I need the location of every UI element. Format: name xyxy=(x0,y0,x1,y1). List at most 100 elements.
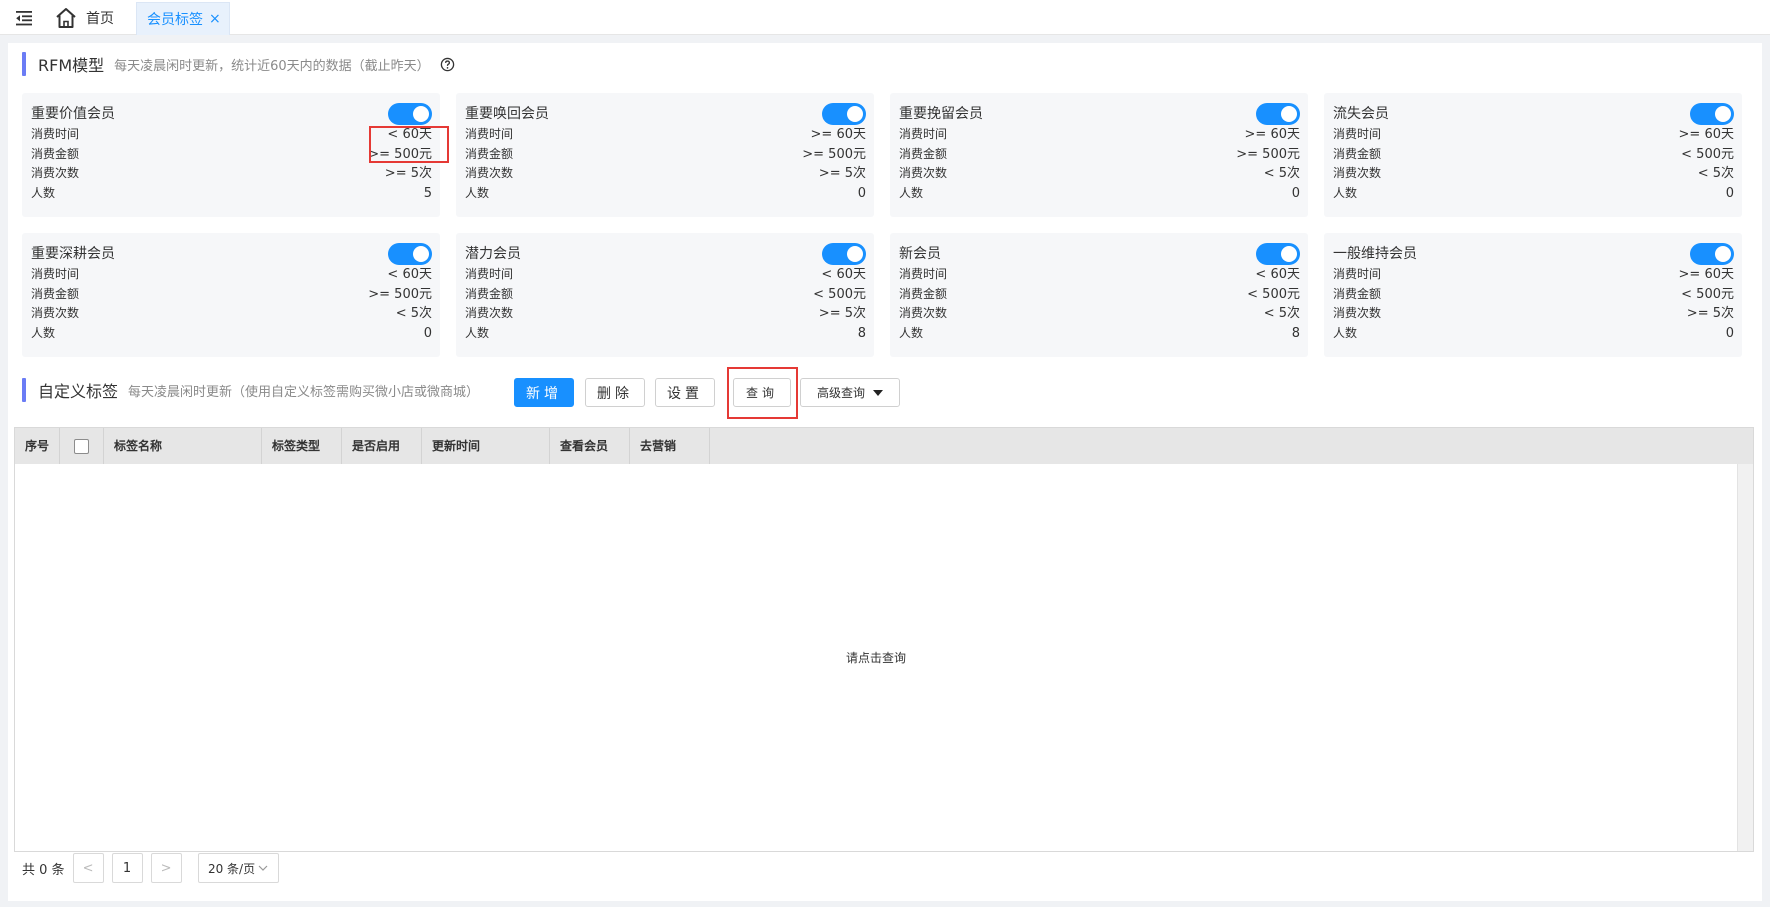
rfm-row-value: >= 5次 xyxy=(1686,306,1734,321)
enable-toggle[interactable] xyxy=(1256,103,1300,125)
enable-toggle[interactable] xyxy=(1256,243,1300,265)
custom-section-header: 自定义标签 每天凌晨闲时更新（使用自定义标签需购买微小店或微商城） xyxy=(22,378,479,402)
rfm-card-title: 流失会员 xyxy=(1333,106,1389,122)
home-icon xyxy=(56,8,76,28)
col-tag-name: 标签名称 xyxy=(104,428,262,464)
rfm-card-row: 消费时间 < 60天 xyxy=(465,265,866,285)
rfm-row-value: < 500元 xyxy=(1681,146,1734,162)
col-marketing: 去营销 xyxy=(630,428,710,464)
page-number-1[interactable]: 1 xyxy=(111,853,143,883)
col-enabled: 是否启用 xyxy=(342,428,422,464)
rfm-row-label: 人数 xyxy=(465,185,490,200)
rfm-card-row: 人数 5 xyxy=(31,184,432,204)
rfm-row-label: 消费次数 xyxy=(465,166,514,180)
rfm-card-row: 人数 0 xyxy=(899,184,1300,204)
rfm-row-value: < 5次 xyxy=(395,306,432,321)
advanced-query-dropdown[interactable]: 高级查询 xyxy=(800,378,900,407)
custom-title: 自定义标签 xyxy=(38,382,119,401)
rfm-row-value: >= 5次 xyxy=(818,166,866,181)
rfm-card-row: 消费金额 < 500元 xyxy=(1333,285,1734,305)
rfm-row-value: < 60天 xyxy=(387,267,432,282)
rfm-card-row: 消费金额 >= 500元 xyxy=(31,145,432,165)
rfm-row-value: 0 xyxy=(857,185,866,201)
close-icon[interactable]: × xyxy=(209,11,221,27)
rfm-row-label: 消费金额 xyxy=(899,286,948,301)
rfm-card: 新会员 消费时间 < 60天 消费金额 < 500元 消费次数 < 5次 人数 8 xyxy=(890,233,1308,357)
tab-home-label: 首页 xyxy=(86,11,114,27)
tab-member-tags[interactable]: 会员标签 × xyxy=(136,2,230,35)
enable-toggle[interactable] xyxy=(388,103,432,125)
rfm-card-row: 消费次数 >= 5次 xyxy=(1333,304,1734,324)
rfm-row-value: >= 60天 xyxy=(1678,267,1734,282)
enable-toggle[interactable] xyxy=(822,243,866,265)
rfm-row-value: 0 xyxy=(423,325,432,341)
page-size-label: 20 条/页 xyxy=(207,861,256,876)
rfm-card-row: 消费金额 >= 500元 xyxy=(465,145,866,165)
select-all-checkbox[interactable] xyxy=(74,438,89,454)
menu-collapse-icon[interactable] xyxy=(14,9,34,27)
rfm-card: 重要唤回会员 消费时间 >= 60天 消费金额 >= 500元 消费次数 >= 5次 人数 0 xyxy=(456,93,874,217)
rfm-row-value: < 60天 xyxy=(387,127,432,142)
enable-toggle[interactable] xyxy=(1690,103,1734,125)
rfm-card: 重要价值会员消费时间 < 60天 消费金额 >= 500元 消费次数 >= 5次 人数 5 xyxy=(22,93,440,217)
rfm-card-title: 重要价值会员 xyxy=(31,106,115,122)
rfm-card-row: 消费时间 < 60天 xyxy=(31,265,432,285)
rfm-card-title: 重要唤回会员 xyxy=(465,106,549,122)
rfm-row-label: 消费时间 xyxy=(1333,267,1382,281)
rfm-row-value: < 60天 xyxy=(1255,267,1300,282)
settings-button[interactable]: 设置 xyxy=(655,378,715,407)
rfm-row-value: < 5次 xyxy=(1263,166,1300,181)
rfm-row-value: < 500元 xyxy=(1247,286,1300,302)
main-panel: RFM模型 每天凌晨闲时更新，统计近60天内的数据（截止昨天） 重要价值会员 消费… xyxy=(8,43,1762,901)
rfm-card-row: 消费时间 >= 60天 xyxy=(1333,265,1734,285)
rfm-row-value: < 500元 xyxy=(1681,286,1734,302)
rfm-row-value: >= 60天 xyxy=(1244,127,1300,142)
rfm-card-row: 消费金额 < 500元 xyxy=(899,285,1300,305)
delete-button[interactable]: 删除 xyxy=(585,378,645,407)
section-accent-bar xyxy=(22,52,26,76)
rfm-card-row: 消费次数 >= 5次 xyxy=(31,164,432,184)
rfm-card: 潜力会员消费时间 < 60天消费金额 < 500元 消费次数 >= 5次 人数 8 xyxy=(456,233,874,357)
rfm-card-row: 消费时间 < 60天 xyxy=(31,125,432,145)
rfm-row-label: 人数 xyxy=(1333,325,1358,340)
rfm-row-value: >= 500元 xyxy=(1236,146,1300,162)
top-tab-bar: 首页 会员标签 × xyxy=(0,0,1770,35)
add-button[interactable]: 新增 xyxy=(514,378,574,407)
tags-table: 序号 标签名称 标签类型 是否启用 更新时间 查看会员 去营销 请点击查询 xyxy=(14,427,1754,852)
rfm-row-label: 消费时间 xyxy=(465,127,514,141)
enable-toggle[interactable] xyxy=(822,103,866,125)
query-button[interactable]: 查询 xyxy=(733,378,791,407)
rfm-card-row: 人数 0 xyxy=(1333,324,1734,344)
rfm-row-label: 消费次数 xyxy=(1333,166,1382,180)
help-icon[interactable] xyxy=(440,57,455,72)
rfm-card-row: 消费次数 >= 5次 xyxy=(465,304,866,324)
enable-toggle[interactable] xyxy=(388,243,432,265)
total-count: 共 0 条 xyxy=(22,862,65,878)
custom-description: 每天凌晨闲时更新（使用自定义标签需购买微小店或微商城） xyxy=(128,384,480,400)
enable-toggle[interactable] xyxy=(1690,243,1734,265)
rfm-card-row: 消费金额 >= 500元 xyxy=(31,285,432,305)
prev-page-button[interactable]: < xyxy=(72,853,104,883)
rfm-row-value: 8 xyxy=(857,325,866,341)
rfm-row-label: 消费时间 xyxy=(465,267,514,281)
rfm-row-value: 0 xyxy=(1725,325,1734,341)
rfm-card-title: 潜力会员 xyxy=(465,246,521,262)
tab-home[interactable]: 首页 xyxy=(54,3,114,33)
rfm-row-label: 消费时间 xyxy=(31,267,80,281)
rfm-card-row: 消费金额 < 500元 xyxy=(465,285,866,305)
table-header: 序号 标签名称 标签类型 是否启用 更新时间 查看会员 去营销 xyxy=(15,428,1753,464)
rfm-row-value: < 60天 xyxy=(821,267,866,282)
rfm-card-row: 消费次数 >= 5次 xyxy=(465,164,866,184)
rfm-card-row: 消费次数 < 5次 xyxy=(1333,164,1734,184)
rfm-card-row: 人数 8 xyxy=(465,324,866,344)
next-page-button[interactable]: > xyxy=(150,853,182,883)
col-index: 序号 xyxy=(15,428,60,464)
rfm-card-row: 消费次数 < 5次 xyxy=(899,164,1300,184)
vertical-scrollbar[interactable] xyxy=(1737,464,1753,851)
rfm-row-label: 消费金额 xyxy=(465,146,514,161)
rfm-card-row: 消费次数 < 5次 xyxy=(31,304,432,324)
page-size-select[interactable]: 20 条/页 xyxy=(197,853,279,883)
rfm-card-row: 消费金额 >= 500元 xyxy=(899,145,1300,165)
rfm-row-value: >= 500元 xyxy=(368,146,432,162)
rfm-row-value: < 5次 xyxy=(1263,306,1300,321)
